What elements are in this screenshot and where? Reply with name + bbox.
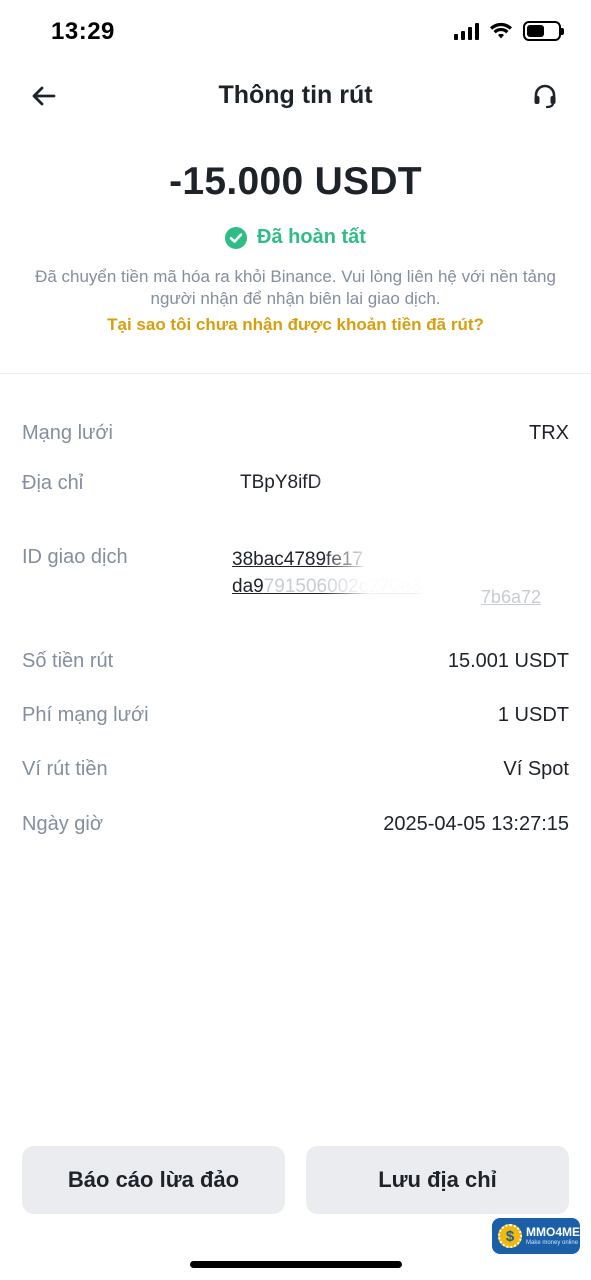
fee-value: 1 USDT — [497, 704, 569, 726]
status-icons — [454, 21, 564, 41]
check-circle-icon — [225, 226, 248, 249]
address-label: Địa chỉ — [22, 472, 84, 494]
fee-label: Phí mạng lưới — [22, 704, 149, 726]
detail-row-address: Địa chỉ TBpY8ifD — [22, 466, 569, 532]
header: Thông tin rút — [0, 64, 591, 128]
network-value: TRX — [529, 422, 569, 444]
help-link[interactable]: Tại sao tôi chưa nhận được khoản tiền đã… — [0, 315, 591, 335]
txid-label: ID giao dịch — [22, 546, 128, 568]
wifi-icon — [490, 22, 512, 39]
amount-value: 15.001 USDT — [447, 650, 569, 672]
status-description: Đã chuyển tiền mã hóa ra khỏi Binance. V… — [35, 267, 556, 308]
battery-level — [527, 25, 544, 37]
detail-row-amount: Số tiền rút 15.001 USDT — [22, 650, 569, 678]
status-text: Đã hoàn tất — [257, 226, 366, 248]
watermark-name: MMO4ME — [526, 1224, 580, 1239]
detail-row-datetime: Ngày giờ 2025-04-05 13:27:15 — [22, 813, 569, 841]
amount-label: Số tiền rút — [22, 650, 114, 672]
withdraw-amount: -15.000 USDT — [169, 160, 422, 203]
report-scam-button[interactable]: Báo cáo lừa đảo — [22, 1146, 285, 1214]
watermark-tagline: Make money online — [526, 1239, 579, 1246]
network-label: Mạng lưới — [22, 422, 113, 444]
page-title: Thông tin rút — [218, 81, 373, 109]
cellular-signal-icon — [454, 22, 479, 40]
status-bar: 13:29 — [0, 0, 591, 64]
headset-icon — [534, 84, 556, 109]
datetime-label: Ngày giờ — [22, 813, 103, 835]
detail-row-txid: ID giao dịch 38bac4789fe17 da9791506002c… — [22, 542, 569, 626]
status-time: 13:29 — [51, 18, 115, 45]
txid-line2-start: da9 — [232, 576, 264, 597]
datetime-value: 2025-04-05 13:27:15 — [383, 813, 569, 835]
detail-row-fee: Phí mạng lưới 1 USDT — [22, 704, 569, 732]
wallet-value: Ví Spot — [503, 758, 569, 780]
detail-row-wallet: Ví rút tiền Ví Spot — [22, 758, 569, 786]
detail-row-network: Mạng lưới TRX — [22, 422, 569, 450]
watermark-logo: $ MMO4ME Make money online — [492, 1218, 580, 1254]
address-redaction — [312, 466, 569, 522]
status-row: Đã hoàn tất — [0, 226, 591, 249]
dollar-coin-icon: $ — [498, 1224, 522, 1248]
divider — [0, 373, 591, 374]
wallet-label: Ví rút tiền — [22, 758, 108, 780]
battery-icon — [523, 21, 564, 41]
address-value[interactable]: TBpY8ifD — [240, 472, 321, 494]
save-address-button[interactable]: Lưu địa chỉ — [306, 1146, 569, 1214]
support-button[interactable] — [525, 78, 565, 114]
home-indicator[interactable] — [190, 1261, 402, 1268]
txid-tail: 7b6a72 — [480, 587, 541, 607]
